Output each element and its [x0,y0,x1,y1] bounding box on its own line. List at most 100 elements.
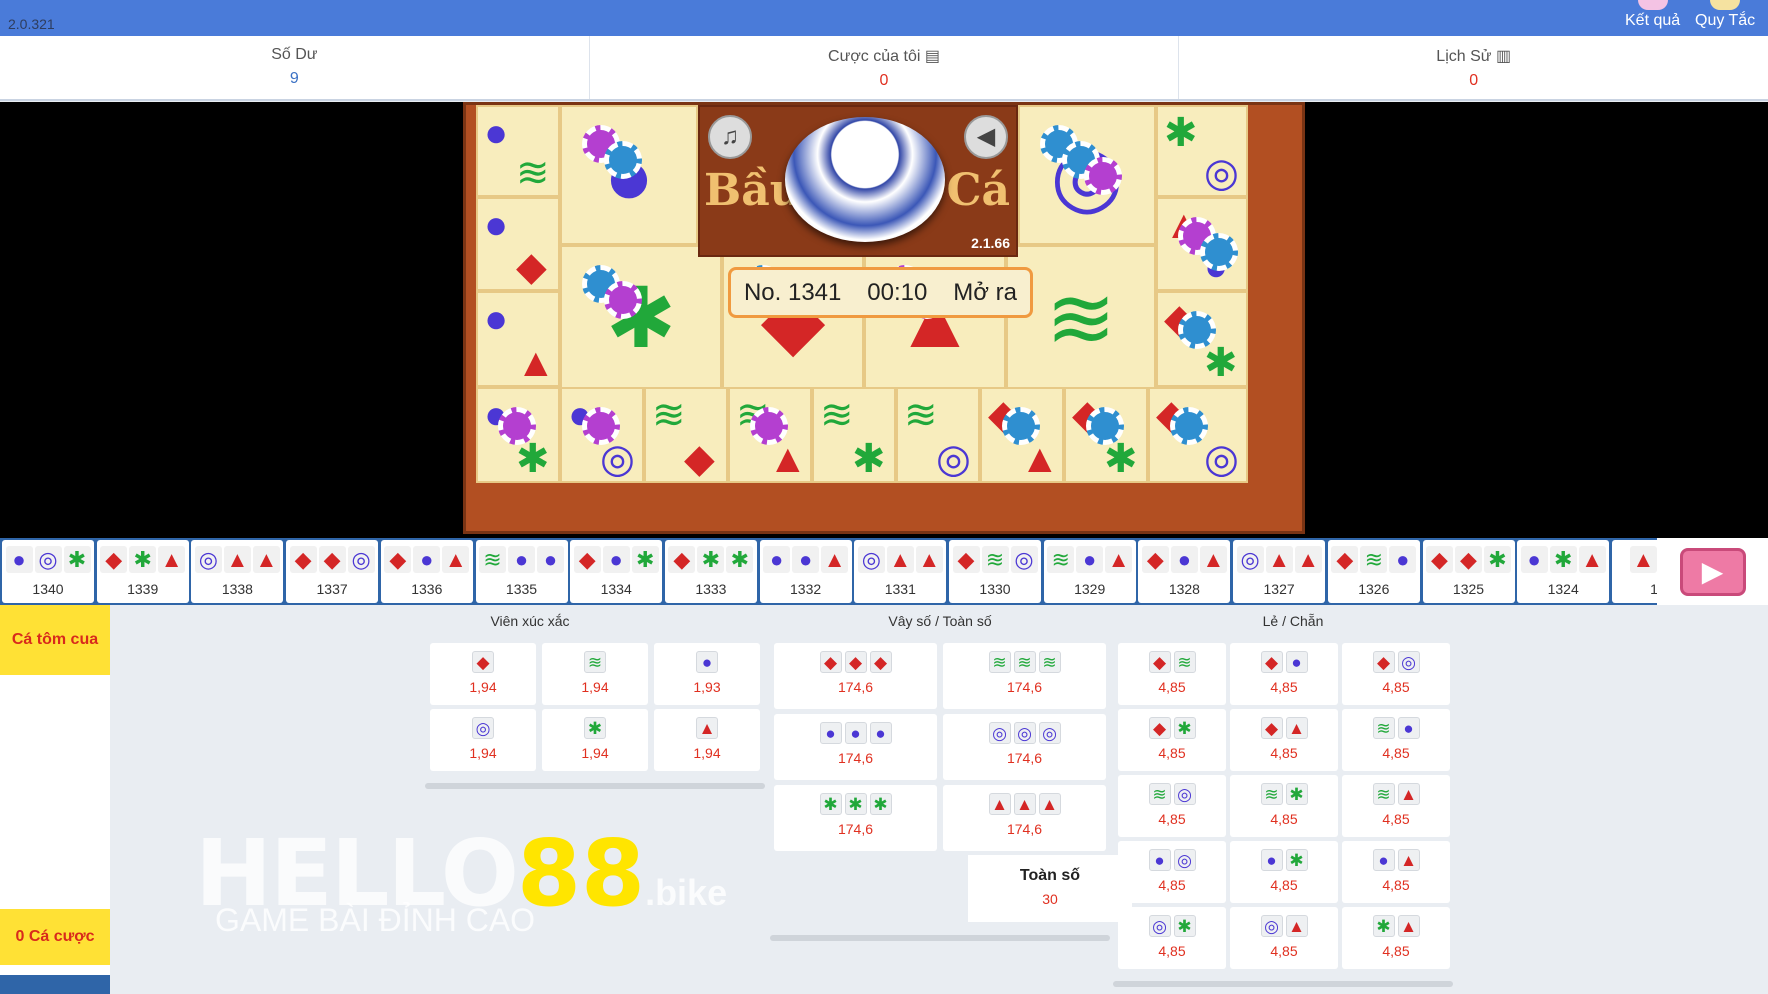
single-bet-crab[interactable]: ✱ 1,94 [542,709,648,771]
pair-bet-fish-gourd[interactable]: ◆ ● 4,85 [1230,643,1338,705]
balance-stat: Số Dư 9 [0,36,590,99]
betting-chip [604,281,642,319]
camera-button[interactable]: ▶ [1657,538,1768,605]
board-cell[interactable]: ≋ ◆ [644,387,728,483]
pair-bet-coin-crab[interactable]: ◎ ✱ 4,85 [1118,907,1226,969]
crab-icon: ✱ [1549,546,1577,573]
bet-odd: 4,85 [1158,745,1186,761]
shrimp-icon: ≋ [1372,717,1395,739]
pair-bet-shrimp-coin[interactable]: ≋ ◎ 4,85 [1118,775,1226,837]
history-round-number: 1337 [316,581,348,597]
rooster-icon: ▲ [1285,717,1308,739]
bowl-area: ♫ ◀ Bầu Cá 2.1.66 [698,105,1018,257]
pair-bet-gourd-crab[interactable]: ● ✱ 4,85 [1230,841,1338,903]
board-cell[interactable]: ● [560,105,698,245]
history-item: ● ✱ ▲ 1324 [1517,540,1610,603]
results-icon [1637,0,1668,10]
betting-chip [1002,407,1040,445]
game-tab[interactable]: Cá tôm cua [0,605,110,675]
board-cell[interactable]: ● ◆ [476,197,560,291]
board-cell[interactable]: ● ▲ [476,291,560,387]
bet-odd: 174,6 [837,679,874,695]
triple-bet-rooster[interactable]: ▲ ▲ ▲ 174,6 [943,785,1106,851]
fish-icon: ◆ [472,651,494,673]
board-cell[interactable]: ≋ ✱ [812,387,896,483]
board-cell[interactable]: ● ✱ [476,387,560,483]
gourd-icon: ● [5,546,33,573]
triple-bet-fish[interactable]: ◆ ◆ ◆ 174,6 [774,643,937,709]
single-divider [425,783,765,789]
board-cell[interactable]: ▲● [1156,197,1248,291]
single-bet-coin[interactable]: ◎ 1,94 [430,709,536,771]
triple-bet-crab[interactable]: ✱ ✱ ✱ 174,6 [774,785,937,851]
single-section-title: Viên xúc xắc [490,613,570,629]
triple-bet-gourd[interactable]: ● ● ● 174,6 [774,714,937,780]
coin-icon: ◎ [1397,651,1420,673]
total-bet-button[interactable]: Toàn số 30 [968,855,1132,922]
triple-bet-shrimp[interactable]: ≋ ≋ ≋ 174,6 [943,643,1106,709]
gourd-icon: ● [413,546,441,573]
fish-icon: ◆ [1141,546,1169,573]
pair-bet-fish-shrimp[interactable]: ◆ ≋ 4,85 [1118,643,1226,705]
board-cell[interactable]: ◆ ▲ [980,387,1064,483]
bet-odd: 4,85 [1382,811,1410,827]
my-bets-stat[interactable]: Cược của tôi ▤ 0 [590,36,1180,99]
music-icon[interactable]: ♫ [708,115,752,159]
shrimp-icon: ≋ [479,546,506,573]
bet-odd: 4,85 [1382,679,1410,695]
pair-bet-fish-coin[interactable]: ◆ ◎ 4,85 [1342,643,1450,705]
game-board: ●≋●◆●▲●◎✱◎▲●◆✱✱◆▲≋●✱●◎≋◆≋▲≋✱≋◎◆▲◆✱◆◎ ♫ ◀… [463,102,1305,534]
history-item: ◆ ● ▲ 1336 [380,540,473,603]
crab-icon: ✱ [1372,915,1395,937]
results-button[interactable]: Kết quả [1625,0,1680,30]
gourd-icon: ● [1372,849,1395,871]
coin-icon: ◎ [1148,915,1171,937]
shrimp-icon: ≋ [1047,546,1075,573]
single-bet-rooster[interactable]: ▲ 1,94 [654,709,760,771]
board-cell[interactable]: ✱ ◎ [1156,105,1248,197]
pair-bet-shrimp-rooster[interactable]: ≋ ▲ 4,85 [1342,775,1450,837]
board-cell[interactable]: ✱ [560,245,722,391]
rooster-icon: ▲ [1285,915,1308,937]
bet-odd: 1,94 [693,745,721,761]
rules-button[interactable]: Quy Tắc [1695,0,1755,30]
shrimp-icon: ≋ [1173,651,1196,673]
pair-bet-crab-rooster[interactable]: ✱ ▲ 4,85 [1342,907,1450,969]
history-stat[interactable]: Lịch Sử ▥ 0 [1179,36,1768,99]
bet-odd: 4,85 [1158,679,1186,695]
pair-bet-shrimp-gourd[interactable]: ≋ ● 4,85 [1342,709,1450,771]
single-bet-shrimp[interactable]: ≋ 1,94 [542,643,648,705]
pair-bet-fish-crab[interactable]: ◆ ✱ 4,85 [1118,709,1226,771]
crab-icon: ✱ [129,546,157,573]
crab-icon: ✱ [869,793,892,815]
bet-odd: 4,85 [1270,943,1298,959]
pair-bet-shrimp-crab[interactable]: ≋ ✱ 4,85 [1230,775,1338,837]
board-cell[interactable]: ● ≋ [476,105,560,197]
single-bet-fish[interactable]: ◆ 1,94 [430,643,536,705]
board-cell[interactable]: ◎ [1018,105,1156,245]
history-round-number: 1332 [790,581,822,597]
history-item: ◆ ≋ ● 1326 [1327,540,1420,603]
board-cell[interactable]: ≋▲ [728,387,812,483]
single-bet-gourd[interactable]: ● 1,93 [654,643,760,705]
board-cell[interactable]: ≋ ◎ [896,387,980,483]
board-cell[interactable]: ◆ ✱ [1064,387,1148,483]
gourd-icon: ● [602,546,630,573]
coin-icon: ◎ [347,546,375,573]
fish-icon: ◆ [384,546,412,573]
triple-bet-coin[interactable]: ◎ ◎ ◎ 174,6 [943,714,1106,780]
pair-bet-fish-rooster[interactable]: ◆ ▲ 4,85 [1230,709,1338,771]
bet-odd: 1,94 [581,679,609,695]
pair-bet-gourd-coin[interactable]: ● ◎ 4,85 [1118,841,1226,903]
board-cell[interactable]: ◆ ✱ [1156,291,1248,387]
board-cell[interactable]: ◆ ◎ [1148,387,1248,483]
coin-icon: ◎ [1038,722,1061,744]
board-cell[interactable]: ● ◎ [560,387,644,483]
pair-bet-gourd-rooster[interactable]: ● ▲ 4,85 [1342,841,1450,903]
pair-bet-coin-rooster[interactable]: ◎ ▲ 4,85 [1230,907,1338,969]
title-right: Cá [946,165,1010,216]
rooster-icon: ▲ [696,717,718,739]
fish-icon: ◆ [952,546,980,573]
fish-icon: ◆ [1260,717,1283,739]
sound-icon[interactable]: ◀ [964,115,1008,159]
